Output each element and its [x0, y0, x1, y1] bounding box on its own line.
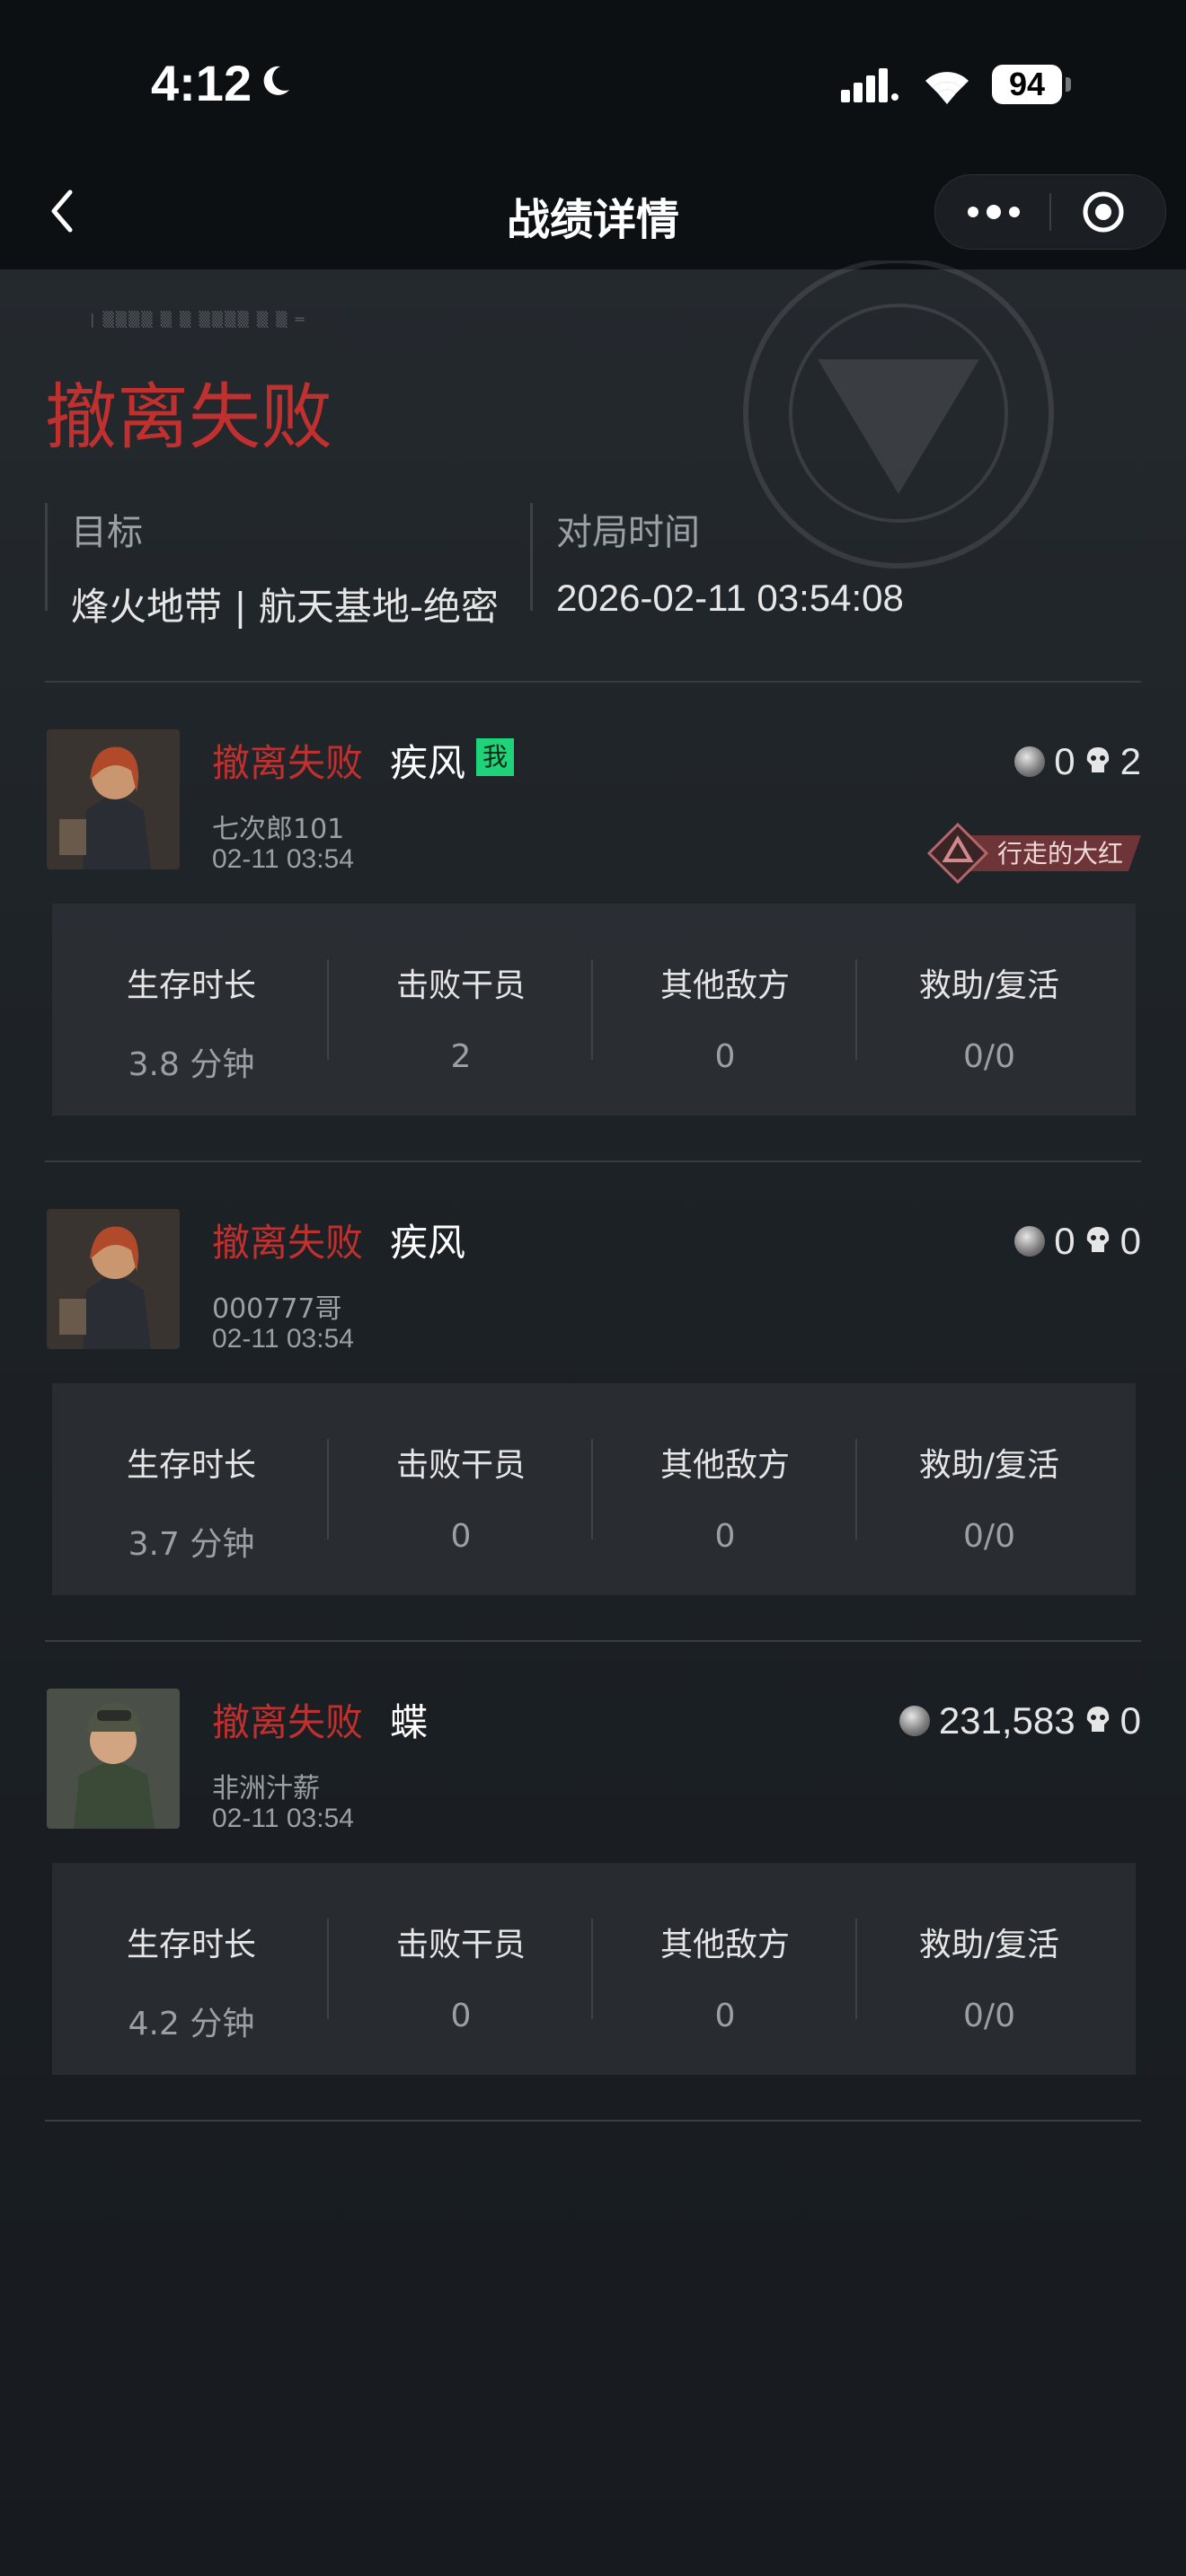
stat-kills: 击败干员 2 — [329, 904, 593, 1116]
result-label: 撤离失败 — [212, 1221, 364, 1265]
stat-label: 生存时长 — [126, 1927, 256, 1963]
stat-value: 0 — [450, 1518, 472, 1555]
operator-name: 蝶 — [390, 1700, 429, 1744]
capsule-divider — [1049, 193, 1051, 231]
skull-icon — [1086, 1227, 1109, 1252]
moon-icon — [263, 66, 289, 95]
stat-kills: 击败干员 0 — [329, 1383, 593, 1595]
match-result-title: 撤离失败 — [45, 375, 332, 459]
stat-others: 其他敌方 0 — [593, 904, 857, 1116]
stat-assist: 救助/复活 0/0 — [857, 904, 1121, 1116]
more-icon[interactable] — [962, 198, 1025, 225]
player-card[interactable]: 撤离失败 疾风 000777哥 02-11 03:54 0 0 生存时长 3.7… — [45, 1209, 1141, 1631]
time-label: 对局时间 — [556, 512, 700, 553]
operator-avatar — [47, 1689, 180, 1829]
match-time: 02-11 03:54 — [212, 1804, 354, 1833]
battery-indicator: 94 — [992, 65, 1062, 104]
coin-icon — [898, 1706, 930, 1736]
operator-name: 疾风 — [390, 1221, 466, 1265]
loot-kills-summary: 231,583 0 — [898, 1699, 1141, 1742]
stat-value: 0 — [714, 1038, 736, 1075]
kill-count: 0 — [1120, 1699, 1141, 1742]
stat-value: 3.7 分钟 — [128, 1526, 255, 1563]
coin-value: 0 — [1054, 740, 1075, 782]
status-time: 4:12 — [151, 55, 252, 111]
target-value: 烽火地带 | 航天基地-绝密 — [71, 585, 500, 629]
stat-others: 其他敌方 0 — [593, 1383, 857, 1595]
stat-label: 生存时长 — [126, 1447, 256, 1484]
stats-box: 生存时长 4.2 分钟 击败干员 0 其他敌方 0 救助/复活 0/0 — [52, 1863, 1136, 2075]
stats-box: 生存时长 3.8 分钟 击败干员 2 其他敌方 0 救助/复活 0/0 — [52, 904, 1136, 1116]
stat-others: 其他敌方 0 — [593, 1863, 857, 2075]
stat-label: 击败干员 — [395, 967, 526, 1004]
coin-value: 0 — [1054, 1220, 1075, 1262]
player-name: 000777哥 — [212, 1293, 342, 1325]
divider-line — [45, 1160, 1141, 1162]
battery-tip — [1066, 77, 1071, 92]
me-badge: 我 — [476, 738, 514, 776]
stat-value: 0 — [714, 1518, 736, 1555]
stat-label: 击败干员 — [395, 1927, 526, 1963]
stat-value: 0 — [450, 1998, 472, 2034]
match-time: 02-11 03:54 — [212, 844, 354, 874]
stat-value: 0/0 — [963, 1998, 1015, 2034]
stat-survival: 生存时长 4.2 分钟 — [59, 1863, 323, 2075]
match-time: 02-11 03:54 — [212, 1324, 354, 1354]
coin-value: 231,583 — [938, 1699, 1075, 1742]
operator-avatar — [47, 1209, 180, 1349]
stat-value: 3.8 分钟 — [128, 1046, 255, 1083]
player-card[interactable]: 撤离失败 蝶 非洲汁薪 02-11 03:54 231,583 0 生存时长 4… — [45, 1689, 1141, 2111]
divider-line — [45, 1640, 1141, 1642]
stat-label: 救助/复活 — [918, 1927, 1060, 1963]
time-info: 对局时间 2026-02-11 03:54:08 — [530, 503, 904, 619]
stat-label: 其他敌方 — [659, 967, 790, 1004]
result-label: 撤离失败 — [212, 1700, 364, 1744]
mini-program-capsule — [934, 174, 1166, 250]
title-badge-text: 行走的大红 — [997, 839, 1123, 869]
stat-label: 救助/复活 — [918, 967, 1060, 1004]
coin-icon — [1014, 746, 1046, 777]
kill-count: 0 — [1120, 1220, 1141, 1262]
player-name: 非洲汁薪 — [212, 1773, 320, 1804]
stat-survival: 生存时长 3.7 分钟 — [59, 1383, 323, 1595]
stat-assist: 救助/复活 0/0 — [857, 1383, 1121, 1595]
stat-value: 4.2 分钟 — [128, 2006, 255, 2042]
stat-value: 2 — [450, 1038, 472, 1075]
stat-label: 击败干员 — [395, 1447, 526, 1484]
stat-value: 0/0 — [963, 1518, 1015, 1555]
target-info: 目标 烽火地带 | 航天基地-绝密 — [45, 503, 499, 629]
stat-assist: 救助/复活 0/0 — [857, 1863, 1121, 2075]
operator-name: 疾风 — [390, 741, 466, 785]
title-badge: 行走的大红 — [926, 823, 1141, 884]
time-value: 2026-02-11 03:54:08 — [556, 577, 904, 619]
cellular-signal-icon — [841, 68, 898, 102]
coin-icon — [1014, 1226, 1046, 1257]
loot-kills-summary: 0 0 — [1014, 1220, 1141, 1263]
result-label: 撤离失败 — [212, 741, 364, 785]
match-info-row: 目标 烽火地带 | 航天基地-绝密 对局时间 2026-02-11 03:54:… — [45, 503, 1141, 629]
stat-value: 0 — [714, 1998, 736, 2034]
skull-icon — [1086, 747, 1109, 772]
divider-line — [45, 2120, 1141, 2122]
operator-avatar — [47, 729, 180, 869]
player-card[interactable]: 撤离失败 疾风 我 七次郎101 02-11 03:54 0 2 行走的大红 生… — [45, 729, 1141, 1151]
stat-label: 其他敌方 — [659, 1927, 790, 1963]
wifi-icon — [925, 72, 969, 104]
stat-label: 救助/复活 — [918, 1447, 1060, 1484]
player-name: 七次郎101 — [212, 814, 345, 845]
stat-label: 其他敌方 — [659, 1447, 790, 1484]
kill-count: 2 — [1120, 740, 1141, 782]
stat-value: 0/0 — [963, 1038, 1015, 1075]
divider-line — [45, 681, 1141, 683]
skull-icon — [1086, 1707, 1109, 1732]
close-target-icon[interactable] — [1081, 190, 1126, 234]
stat-label: 生存时长 — [126, 967, 256, 1004]
target-label: 目标 — [71, 512, 143, 553]
decorative-text-line: | ▒▒▒▒ ▒ ▒ ▒▒▒▒ ▒ ▒ ═ — [90, 311, 306, 328]
stats-box: 生存时长 3.7 分钟 击败干员 0 其他敌方 0 救助/复活 0/0 — [52, 1383, 1136, 1595]
stat-survival: 生存时长 3.8 分钟 — [59, 904, 323, 1116]
loot-kills-summary: 0 2 — [1014, 740, 1141, 783]
stat-kills: 击败干员 0 — [329, 1863, 593, 2075]
